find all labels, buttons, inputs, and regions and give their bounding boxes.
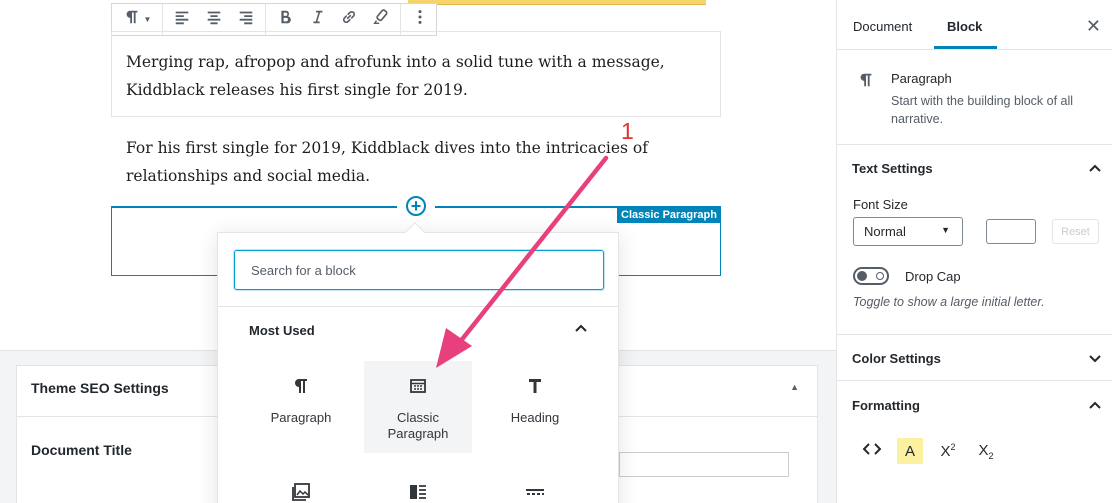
formatting-controls: A X2 X2 [837,428,1112,478]
text-settings-body: Font Size Normal ▼ Reset Drop Cap Toggle… [837,191,1112,335]
strikethrough-icon [372,8,390,31]
section-title: Color Settings [852,351,941,366]
close-icon[interactable]: ✕ [1086,16,1101,37]
seo-panel-title: Theme SEO Settings [31,380,169,396]
italic-icon [308,8,326,31]
block-item-label: Heading [510,410,560,425]
align-center-icon [205,8,223,31]
font-size-label: Font Size [853,197,908,212]
paragraph-text[interactable]: For his first single for 2019, Kiddblack… [126,134,686,190]
block-item-classic-paragraph[interactable]: Classic Paragraph [364,361,472,453]
heading-t-icon [525,375,545,397]
insert-block-button[interactable]: + [406,196,426,216]
chevron-up-icon [1087,397,1103,413]
highlight-button[interactable]: A [897,438,923,464]
plus-icon: + [410,196,422,216]
font-size-value: Normal [864,224,906,239]
drop-cap-label: Drop Cap [905,269,961,284]
media-text-icon [407,481,429,503]
block-type-label: Classic Paragraph [617,206,721,223]
paragraph-block[interactable]: For his first single for 2019, Kiddblack… [126,134,686,190]
subscript-button[interactable]: X2 [973,438,999,464]
chevron-up-icon[interactable] [574,321,588,335]
block-card-description: Start with the building block of all nar… [891,94,1074,126]
superscript-icon: X2 [940,442,956,460]
classic-table-icon [408,375,428,397]
gallery-icon [290,481,312,503]
subscript-icon: X2 [978,441,994,461]
editor-canvas: ▼ Merging rap, afropop and afrofunk into… [0,0,836,503]
link-button[interactable] [333,6,365,34]
chevron-down-icon: ▼ [143,15,152,24]
section-title: Text Settings [852,161,933,176]
sidebar-tabs: Document Block ✕ [837,0,1112,50]
align-left-icon [173,8,191,31]
formatting-header[interactable]: Formatting [837,382,1112,428]
block-item-label: Paragraph [270,410,332,425]
superscript-button[interactable]: X2 [935,438,961,464]
tab-block[interactable]: Block [947,19,982,34]
pilcrow-icon [123,8,141,31]
toggle-knob [857,271,867,281]
annotation-number: 1 [621,118,634,144]
align-right-button[interactable] [230,6,262,34]
block-card: Paragraph Start with the building block … [837,50,1112,145]
more-vertical-icon [411,8,429,31]
link-icon [340,8,358,31]
italic-button[interactable] [301,6,333,34]
custom-font-size-input[interactable] [986,219,1036,244]
separator-icon [524,481,546,503]
collapse-arrow-icon[interactable]: ▲ [790,382,799,392]
chevron-up-icon [1087,160,1103,176]
active-tab-indicator [934,46,997,49]
paragraph-block-selected[interactable]: Merging rap, afropop and afrofunk into a… [111,31,721,117]
block-item-heading[interactable]: Heading [481,361,589,453]
block-item-separator[interactable] [481,481,589,503]
tab-document[interactable]: Document [853,19,912,34]
code-button[interactable] [859,438,885,464]
document-title-label: Document Title [31,442,132,458]
block-item-gallery[interactable] [247,481,355,503]
most-used-heading: Most Used [249,323,315,338]
toggle-off-indicator [876,272,884,280]
text-settings-header[interactable]: Text Settings [837,145,1112,191]
block-search-input[interactable] [234,250,604,290]
reset-button[interactable]: Reset [1052,219,1099,244]
chevron-down-icon: ▼ [941,225,950,235]
code-icon [862,442,882,460]
font-size-select[interactable]: Normal ▼ [853,217,963,246]
image-block-edge [408,0,706,5]
pilcrow-icon [291,375,311,397]
bold-button[interactable] [269,6,301,34]
bold-icon [276,8,294,31]
divider [218,306,618,307]
block-type-switcher-button[interactable]: ▼ [115,6,159,34]
highlight-icon: A [904,442,915,460]
block-item-media-text[interactable] [364,481,472,503]
block-inserter-popover: Most Used Paragraph Classic Paragraph He… [217,222,619,503]
chevron-down-icon [1087,350,1103,366]
block-card-title: Paragraph [891,71,952,86]
paragraph-text[interactable]: Merging rap, afropop and afrofunk into a… [126,48,716,104]
document-title-input[interactable] [619,452,789,477]
settings-sidebar: Document Block ✕ Paragraph Start with th… [836,0,1112,503]
block-item-label: Classic Paragraph [387,410,449,441]
align-left-button[interactable] [166,6,198,34]
drop-cap-help: Toggle to show a large initial letter. [853,295,1045,309]
color-settings-header[interactable]: Color Settings [837,335,1112,381]
drop-cap-toggle[interactable] [853,267,889,285]
strikethrough-button[interactable] [365,6,397,34]
more-options-button[interactable] [404,6,436,34]
align-right-icon [237,8,255,31]
align-center-button[interactable] [198,6,230,34]
section-title: Formatting [852,398,920,413]
pilcrow-icon [857,70,875,95]
block-item-paragraph[interactable]: Paragraph [247,361,355,453]
